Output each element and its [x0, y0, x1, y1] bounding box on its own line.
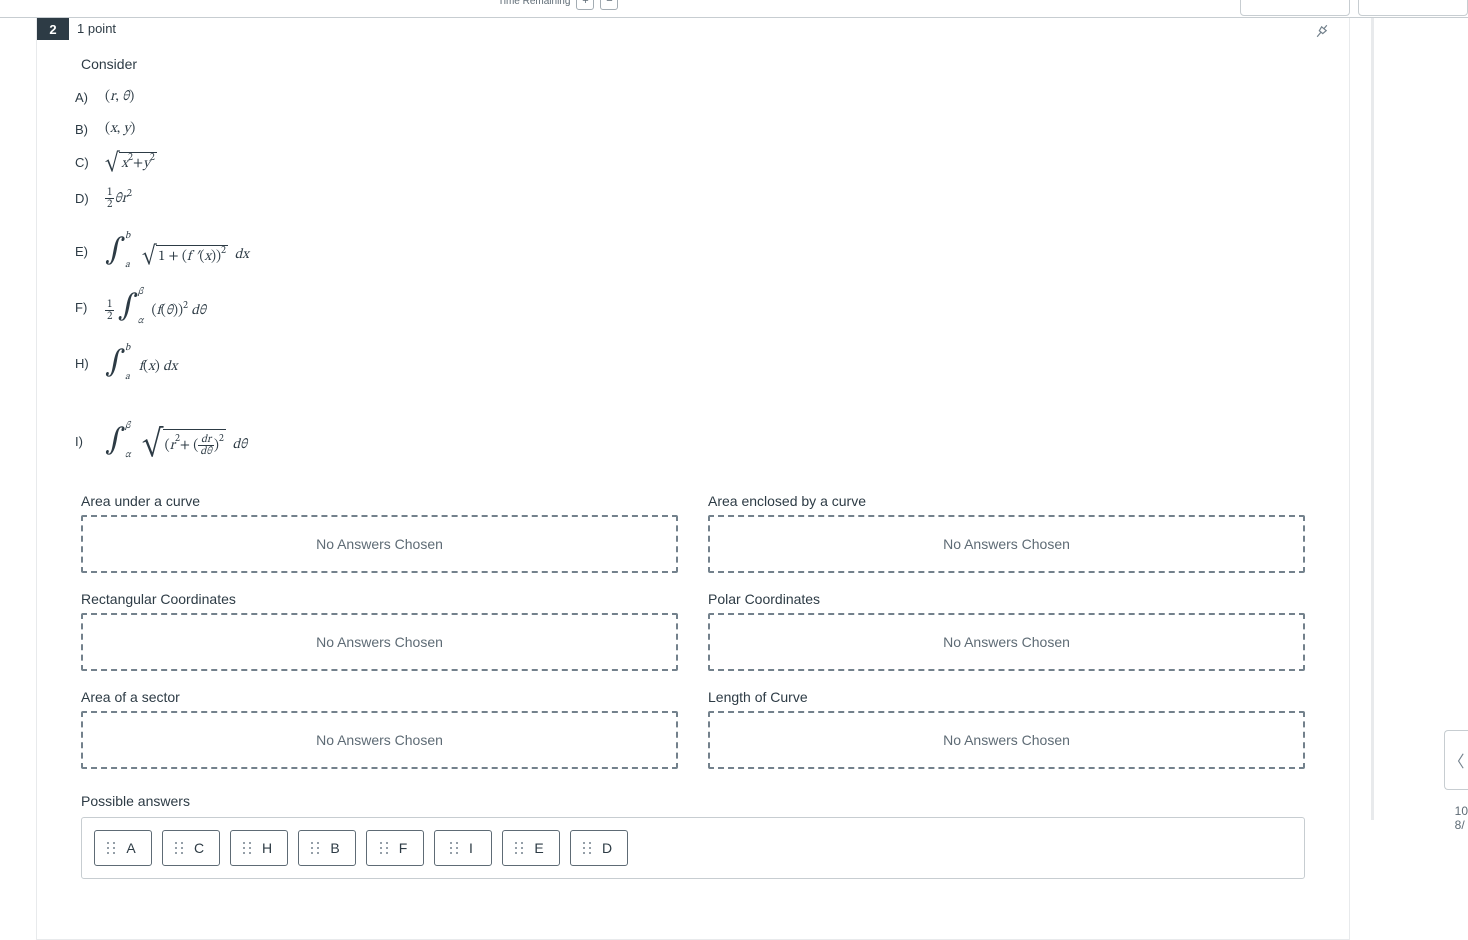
tile-label: H [262, 840, 272, 856]
category-label: Length of Curve [708, 689, 1305, 705]
option-i: I) ∫βα √(r2 + (drdθ)2 dθ [75, 426, 1305, 457]
category-rect-coords: Rectangular Coordinates No Answers Chose… [81, 591, 678, 671]
option-e-label: E) [75, 244, 93, 259]
possible-answers-bank[interactable]: A C H B F I E D [81, 817, 1305, 879]
drop-zone-polar-coords[interactable]: No Answers Chosen [708, 613, 1305, 671]
question-body: Consider A) (r, θ) B) (x, y) C) √x2 + y2… [37, 18, 1349, 879]
counter-top: 10 [1455, 804, 1468, 818]
category-area-sector: Area of a sector No Answers Chosen [81, 689, 678, 769]
option-a-label: A) [75, 90, 93, 105]
option-b: B) (x, y) [75, 120, 1305, 138]
option-i-label: I) [75, 434, 93, 449]
tile-label: F [399, 840, 408, 856]
tile-label: C [194, 840, 204, 856]
answer-tile[interactable]: B [298, 830, 356, 866]
grip-icon [449, 841, 459, 855]
topbar-action-2[interactable] [1358, 0, 1468, 16]
time-remaining-label: Time Remaining [498, 0, 570, 7]
category-polar-coords: Polar Coordinates No Answers Chosen [708, 591, 1305, 671]
question-points: 1 point [77, 21, 116, 36]
option-b-label: B) [75, 122, 93, 137]
answer-tile[interactable]: F [366, 830, 424, 866]
time-plus-button[interactable]: + [576, 0, 594, 10]
drop-zone-length-curve[interactable]: No Answers Chosen [708, 711, 1305, 769]
grip-icon [379, 841, 389, 855]
drop-zone-area-sector[interactable]: No Answers Chosen [81, 711, 678, 769]
category-label: Area enclosed by a curve [708, 493, 1305, 509]
grip-icon [106, 841, 116, 855]
grip-icon [174, 841, 184, 855]
top-bar: Time Remaining + − [0, 0, 1468, 18]
answer-tile[interactable]: D [570, 830, 628, 866]
counter-bot: 8/ [1455, 818, 1468, 832]
options-list: A) (r, θ) B) (x, y) C) √x2 + y2 D) 12θr2 [75, 88, 1305, 457]
option-d: D) 12θr2 [75, 187, 1305, 210]
option-c-label: C) [75, 155, 93, 170]
answer-tile[interactable]: H [230, 830, 288, 866]
category-label: Rectangular Coordinates [81, 591, 678, 607]
option-d-label: D) [75, 191, 93, 206]
answer-tile[interactable]: A [94, 830, 152, 866]
option-d-math: 12θr2 [105, 187, 132, 210]
option-c-math: √x2 + y2 [105, 152, 157, 173]
option-h: H) ∫ba f(x) dx [75, 348, 1305, 378]
tile-label: B [330, 840, 339, 856]
grip-icon [310, 841, 320, 855]
category-label: Area under a curve [81, 493, 678, 509]
option-f-math: 12 ∫βα (f(θ))2 dθ [105, 292, 206, 322]
tile-label: A [126, 840, 135, 856]
category-label: Area of a sector [81, 689, 678, 705]
top-right-actions [1240, 0, 1468, 16]
grip-icon [242, 841, 252, 855]
possible-answers-label: Possible answers [81, 793, 1305, 809]
nav-right-button[interactable]: 〈 [1444, 730, 1468, 790]
category-area-under-curve: Area under a curve No Answers Chosen [81, 493, 678, 573]
grip-icon [582, 841, 592, 855]
option-a-math: (r, θ) [105, 88, 134, 106]
chevron-left-icon: 〈 [1448, 748, 1464, 772]
answer-tile[interactable]: I [434, 830, 492, 866]
question-number: 2 [37, 18, 69, 40]
option-f-label: F) [75, 300, 93, 315]
scrollbar-rail[interactable] [1371, 18, 1374, 820]
topbar-action-1[interactable] [1240, 0, 1350, 16]
grip-icon [514, 841, 524, 855]
category-area-enclosed: Area enclosed by a curve No Answers Chos… [708, 493, 1305, 573]
option-c: C) √x2 + y2 [75, 152, 1305, 173]
option-f: F) 12 ∫βα (f(θ))2 dθ [75, 292, 1305, 322]
option-e: E) ∫ba √1 + (f ′(x))2 dx [75, 236, 1305, 266]
question-prompt: Consider [81, 56, 1305, 72]
time-remaining-control: Time Remaining + − [498, 0, 618, 10]
question-panel: 2 1 point Consider A) (r, θ) B) (x, y) C… [36, 18, 1350, 940]
tile-label: E [534, 840, 543, 856]
drop-zone-rect-coords[interactable]: No Answers Chosen [81, 613, 678, 671]
drop-zone-area-enclosed[interactable]: No Answers Chosen [708, 515, 1305, 573]
category-label: Polar Coordinates [708, 591, 1305, 607]
category-length-curve: Length of Curve No Answers Chosen [708, 689, 1305, 769]
drop-zone-area-under-curve[interactable]: No Answers Chosen [81, 515, 678, 573]
option-e-math: ∫ba √1 + (f ′(x))2 dx [105, 236, 249, 266]
category-grid: Area under a curve No Answers Chosen Are… [81, 493, 1305, 769]
option-i-math: ∫βα √(r2 + (drdθ)2 dθ [105, 426, 247, 457]
option-b-math: (x, y) [105, 120, 135, 138]
option-h-label: H) [75, 356, 93, 371]
option-a: A) (r, θ) [75, 88, 1305, 106]
answer-tile[interactable]: E [502, 830, 560, 866]
tile-label: I [469, 840, 473, 856]
tile-label: D [602, 840, 612, 856]
time-minus-button[interactable]: − [600, 0, 618, 10]
option-h-math: ∫ba f(x) dx [105, 348, 177, 378]
progress-counter: 10 8/ [1453, 804, 1468, 832]
answer-tile[interactable]: C [162, 830, 220, 866]
pin-icon[interactable] [1313, 22, 1331, 45]
